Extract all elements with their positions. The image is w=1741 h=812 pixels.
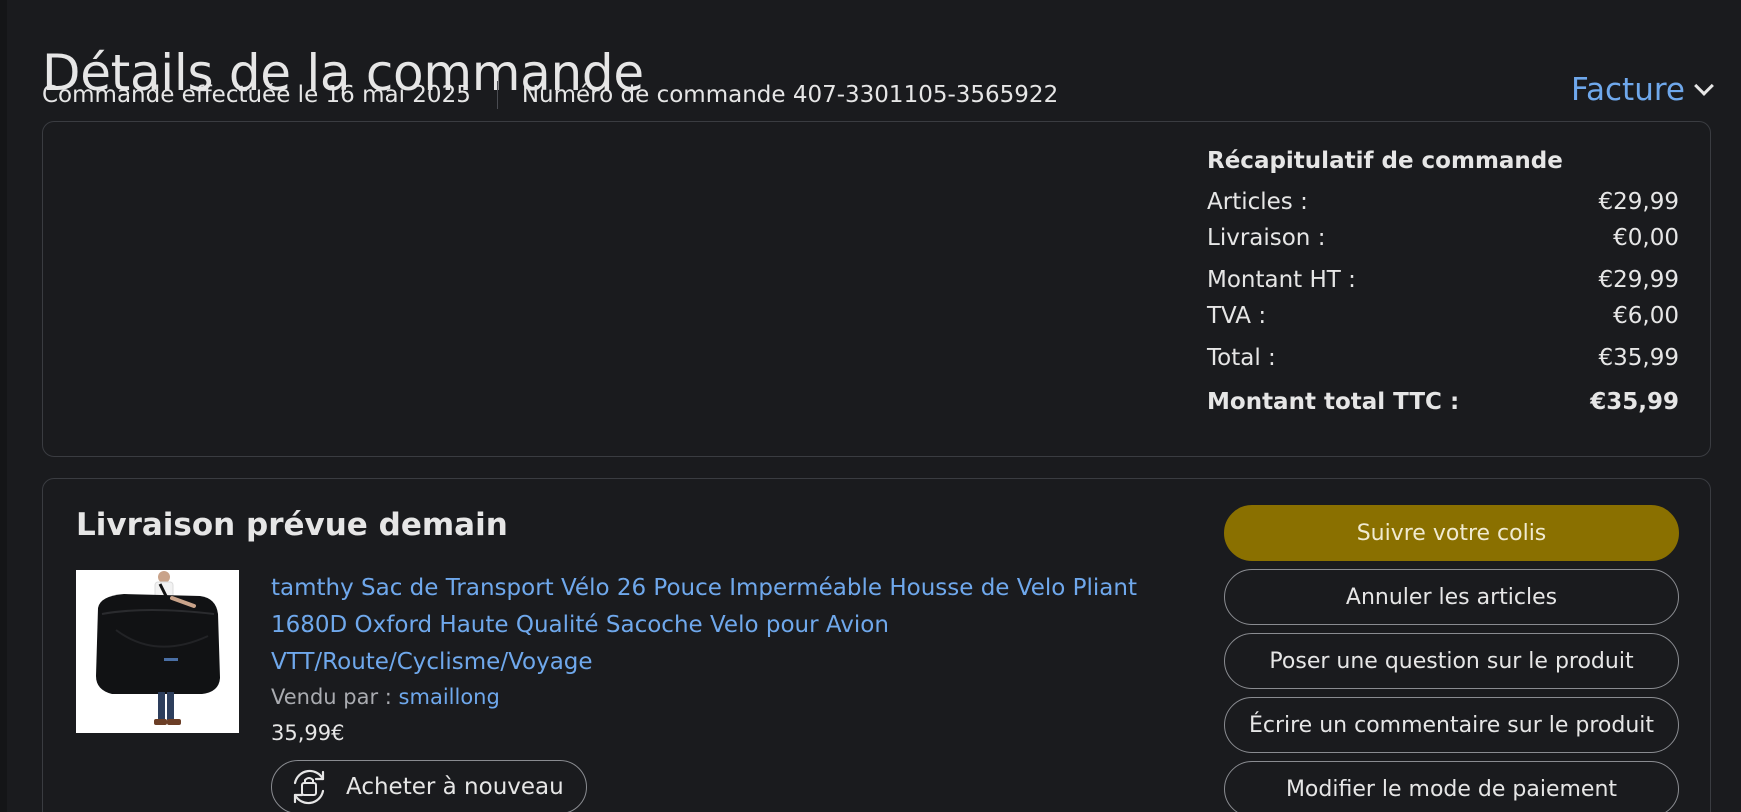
seller-prefix: Vendu par : [271, 685, 399, 709]
delivery-card: Livraison prévue demain tamthy Sac de Tr [42, 478, 1711, 812]
summary-label: Montant HT : [1207, 267, 1356, 293]
summary-label: TVA : [1207, 303, 1267, 329]
order-number: Numéro de commande 407-3301105-3565922 [521, 82, 1059, 108]
meta-divider [496, 81, 498, 109]
summary-row-total: Total : €35,99 [1207, 340, 1679, 376]
track-package-button[interactable]: Suivre votre colis [1224, 505, 1679, 561]
delivery-title: Livraison prévue demain [76, 507, 508, 543]
summary-label: Livraison : [1207, 225, 1326, 251]
summary-title: Récapitulatif de commande [1207, 148, 1563, 174]
buy-again-icon [293, 769, 325, 805]
buy-again-label: Acheter à nouveau [346, 774, 564, 800]
seller-line: Vendu par : smaillong [271, 685, 500, 709]
summary-row-articles: Articles : €29,99 [1207, 184, 1679, 220]
summary-label: Montant total TTC : [1207, 389, 1460, 415]
summary-value: €35,99 [1598, 345, 1679, 371]
summary-value: €29,99 [1598, 189, 1679, 215]
invoice-dropdown[interactable]: Facture [1571, 72, 1714, 108]
summary-value: €29,99 [1598, 267, 1679, 293]
product-title-link[interactable]: tamthy Sac de Transport Vélo 26 Pouce Im… [271, 570, 1151, 681]
product-image[interactable] [76, 570, 239, 733]
product-price: 35,99€ [271, 721, 345, 745]
chevron-down-icon [1694, 76, 1714, 96]
summary-value: €6,00 [1613, 303, 1679, 329]
summary-row-subtotal-ht: Montant HT : €29,99 [1207, 262, 1679, 298]
change-payment-method-button[interactable]: Modifier le mode de paiement [1224, 761, 1679, 812]
window-edge [0, 0, 7, 812]
order-date: Commande effectuée le 16 mai 2025 [42, 82, 471, 108]
order-actions: Suivre votre colis Annuler les articles … [1224, 505, 1679, 812]
summary-row-vat: TVA : €6,00 [1207, 298, 1679, 334]
cancel-items-button[interactable]: Annuler les articles [1224, 569, 1679, 625]
summary-label: Articles : [1207, 189, 1308, 215]
bike-bag-image [76, 570, 239, 733]
invoice-label: Facture [1571, 72, 1685, 108]
seller-link[interactable]: smaillong [399, 685, 500, 709]
write-product-review-button[interactable]: Écrire un commentaire sur le produit [1224, 697, 1679, 753]
summary-row-shipping: Livraison : €0,00 [1207, 220, 1679, 256]
order-meta: Commande effectuée le 16 mai 2025 Numéro… [42, 78, 1058, 112]
summary-row-grand-total: Montant total TTC : €35,99 [1207, 384, 1679, 420]
summary-value: €35,99 [1590, 389, 1679, 415]
ask-product-question-button[interactable]: Poser une question sur le produit [1224, 633, 1679, 689]
buy-again-button[interactable]: Acheter à nouveau [271, 760, 587, 812]
summary-label: Total : [1207, 345, 1276, 371]
order-summary: Récapitulatif de commande Articles : €29… [1207, 148, 1679, 420]
order-summary-card: Récapitulatif de commande Articles : €29… [42, 121, 1711, 457]
summary-value: €0,00 [1613, 225, 1679, 251]
